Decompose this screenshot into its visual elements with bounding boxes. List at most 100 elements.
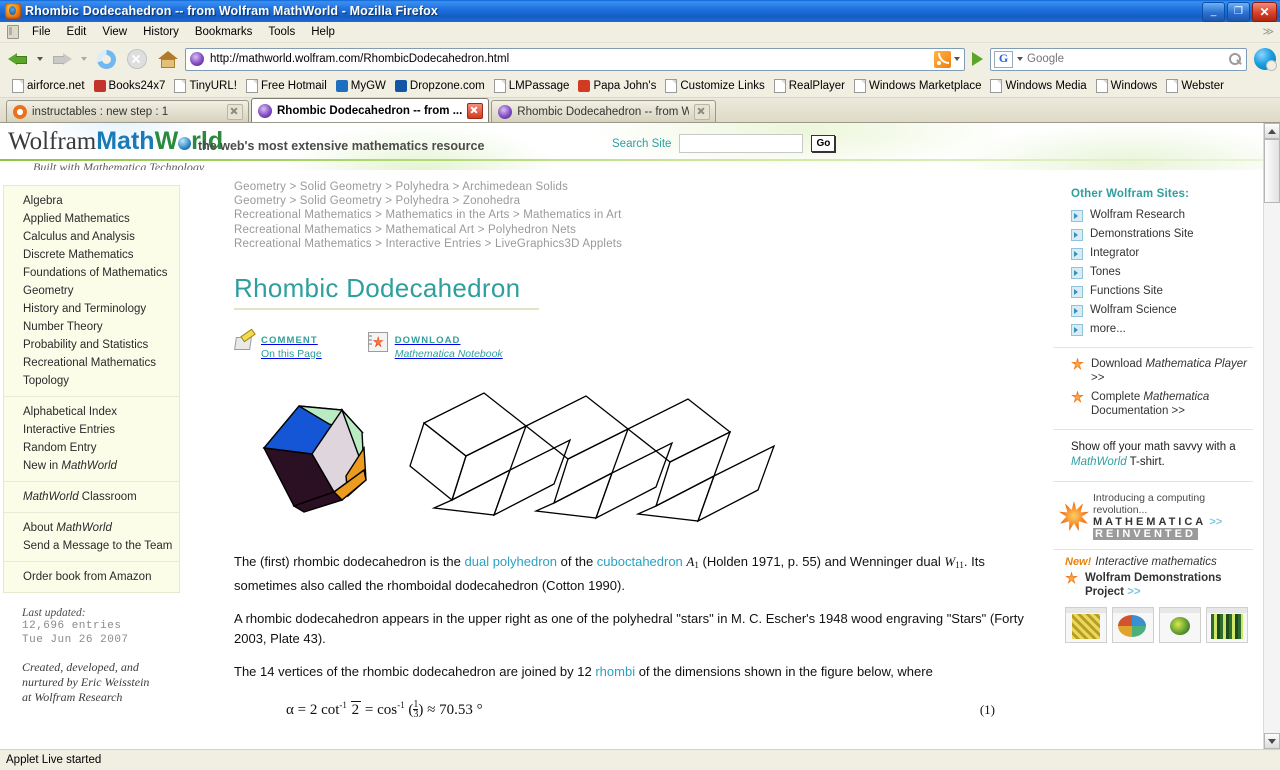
bookmark-5[interactable]: Dropzone.com: [391, 79, 489, 93]
bookmark-0[interactable]: airforce.net: [8, 78, 89, 94]
sidebar-item-order-book-from-amazon[interactable]: Order book from Amazon: [4, 568, 179, 586]
scrollbar-thumb[interactable]: [1264, 139, 1280, 203]
wolfram-site-wolfram-science[interactable]: Wolfram Science: [1053, 300, 1253, 319]
bookmark-7[interactable]: Papa John's: [574, 79, 660, 93]
link-dual-polyhedron[interactable]: dual polyhedron: [465, 554, 558, 569]
bookmark-1[interactable]: Books24x7: [90, 79, 170, 93]
wolfram-site-tones[interactable]: Tones: [1053, 262, 1253, 281]
google-icon[interactable]: G: [994, 50, 1013, 68]
search-icon[interactable]: [1224, 50, 1246, 69]
mathematica-ad-section[interactable]: Introducing a computing revolution... MA…: [1053, 482, 1253, 550]
bookmark-3[interactable]: Free Hotmail: [242, 78, 331, 94]
sidebar-item-alphabetical-index[interactable]: Alphabetical Index: [4, 403, 179, 421]
link-rhombi[interactable]: rhombi: [595, 664, 635, 679]
demo-thumb-1[interactable]: [1065, 607, 1107, 643]
sidebar-item-probability-and-statistics[interactable]: Probability and Statistics: [4, 336, 179, 354]
menu-item-view[interactable]: View: [94, 24, 135, 40]
home-button[interactable]: [154, 46, 182, 72]
minimize-button[interactable]: _: [1202, 2, 1225, 22]
demo-thumb-4[interactable]: [1206, 607, 1248, 643]
sidebar-item-discrete-mathematics[interactable]: Discrete Mathematics: [4, 246, 179, 264]
back-dropdown-icon[interactable]: [37, 57, 43, 61]
sidebar-item-history-and-terminology[interactable]: History and Terminology: [4, 300, 179, 318]
bookmark-12[interactable]: Windows: [1092, 78, 1162, 94]
sidebar-item-calculus-and-analysis[interactable]: Calculus and Analysis: [4, 228, 179, 246]
rhombic-dodecahedron-figures[interactable]: [234, 388, 934, 538]
wolfram-site-functions-site[interactable]: Functions Site: [1053, 281, 1253, 300]
demonstrations-project-link[interactable]: Wolfram Demonstrations Project >>: [1053, 568, 1253, 601]
back-button[interactable]: [4, 46, 32, 72]
stop-button[interactable]: [123, 46, 151, 72]
breadcrumb-line-2[interactable]: Recreational Mathematics > Mathematics i…: [234, 208, 1043, 222]
tab-2[interactable]: Rhombic Dodecahedron -- from Wolfra...: [491, 100, 717, 122]
sidebar-item-new-in-mathworld[interactable]: New in MathWorld: [4, 457, 179, 475]
sidebar-item-topology[interactable]: Topology: [4, 372, 179, 390]
search-engine-dropdown-icon[interactable]: [1017, 57, 1023, 61]
maximize-button[interactable]: ❐: [1227, 2, 1250, 22]
menu-item-bookmarks[interactable]: Bookmarks: [187, 24, 261, 40]
sidebar-item-number-theory[interactable]: Number Theory: [4, 318, 179, 336]
breadcrumb-line-3[interactable]: Recreational Mathematics > Mathematical …: [234, 223, 1043, 237]
close-button[interactable]: ✕: [1252, 2, 1277, 22]
sidebar-item-foundations-of-mathematics[interactable]: Foundations of Mathematics: [4, 264, 179, 282]
feed-dropdown-icon[interactable]: [954, 57, 960, 61]
search-bar[interactable]: G: [990, 47, 1247, 71]
breadcrumb-line-4[interactable]: Recreational Mathematics > Interactive E…: [234, 237, 1043, 251]
scroll-down-button[interactable]: [1264, 733, 1280, 749]
bookmark-11[interactable]: Windows Media: [986, 78, 1090, 94]
forward-button[interactable]: [48, 46, 76, 72]
tab-close-icon[interactable]: [227, 103, 243, 120]
vertical-scrollbar[interactable]: [1263, 123, 1280, 749]
site-logo[interactable]: WolframMathW rld: [8, 127, 223, 156]
sidebar-item-random-entry[interactable]: Random Entry: [4, 439, 179, 457]
tab-close-icon[interactable]: [467, 102, 484, 119]
bookmark-13[interactable]: Webster: [1162, 78, 1228, 94]
sidebar-item-send-a-message-to-the-team[interactable]: Send a Message to the Team: [4, 537, 179, 555]
go-arrow-icon[interactable]: [972, 52, 983, 66]
download-mathematica-player-link[interactable]: Download Mathematica Player >>: [1053, 354, 1253, 387]
demo-thumb-3[interactable]: [1159, 607, 1201, 643]
bookmark-4[interactable]: MyGW: [332, 79, 390, 93]
bookmark-2[interactable]: TinyURL!: [170, 78, 241, 94]
bookmark-10[interactable]: Windows Marketplace: [850, 78, 985, 94]
menu-item-file[interactable]: File: [24, 24, 59, 40]
comment-action[interactable]: COMMENT On this Page: [234, 332, 322, 360]
reload-button[interactable]: [92, 46, 120, 72]
forward-dropdown-icon[interactable]: [81, 57, 87, 61]
demo-thumb-2[interactable]: [1112, 607, 1154, 643]
menu-item-help[interactable]: Help: [303, 24, 343, 40]
breadcrumb-line-1[interactable]: Geometry > Solid Geometry > Polyhedra > …: [234, 194, 1043, 208]
breadcrumb-line-0[interactable]: Geometry > Solid Geometry > Polyhedra > …: [234, 180, 1043, 194]
skype-icon[interactable]: [1254, 48, 1277, 71]
sidebar-item-about-mathworld[interactable]: About MathWorld: [4, 519, 179, 537]
sidebar-item-applied-mathematics[interactable]: Applied Mathematics: [4, 210, 179, 228]
wolfram-site-demonstrations-site[interactable]: Demonstrations Site: [1053, 224, 1253, 243]
menu-item-edit[interactable]: Edit: [59, 24, 95, 40]
wolfram-site-integrator[interactable]: Integrator: [1053, 243, 1253, 262]
sidebar-item-algebra[interactable]: Algebra: [4, 192, 179, 210]
tab-0[interactable]: instructables : new step : 1: [6, 100, 249, 122]
scroll-up-button[interactable]: [1264, 123, 1280, 139]
bookmark-8[interactable]: Customize Links: [661, 78, 768, 94]
sidebar-item-geometry[interactable]: Geometry: [4, 282, 179, 300]
complete-documentation-link[interactable]: Complete Mathematica Documentation >>: [1053, 387, 1253, 420]
site-search-go-button[interactable]: Go: [811, 135, 836, 152]
toolbar-grip-icon[interactable]: [2, 23, 24, 41]
sidebar-item-mathworld-classroom[interactable]: MathWorld Classroom: [4, 488, 179, 506]
menu-item-tools[interactable]: Tools: [260, 24, 303, 40]
tshirt-link[interactable]: MathWorld: [1071, 456, 1127, 468]
link-cuboctahedron[interactable]: cuboctahedron: [597, 554, 683, 569]
rss-feed-icon[interactable]: [934, 50, 951, 68]
tab-1[interactable]: Rhombic Dodecahedron -- from ...: [251, 98, 490, 122]
site-search-input[interactable]: [679, 134, 804, 153]
download-action[interactable]: DOWNLOAD Mathematica Notebook: [367, 332, 503, 360]
tab-close-icon[interactable]: [694, 103, 711, 120]
sidebar-item-recreational-mathematics[interactable]: Recreational Mathematics: [4, 354, 179, 372]
bookmark-6[interactable]: LMPassage: [490, 78, 574, 94]
wolfram-site-more[interactable]: more...: [1053, 319, 1253, 338]
url-input[interactable]: [208, 52, 934, 66]
sidebar-item-interactive-entries[interactable]: Interactive Entries: [4, 421, 179, 439]
wolfram-site-wolfram-research[interactable]: Wolfram Research: [1053, 205, 1253, 224]
search-input[interactable]: [1025, 52, 1224, 66]
address-bar[interactable]: [185, 47, 965, 71]
